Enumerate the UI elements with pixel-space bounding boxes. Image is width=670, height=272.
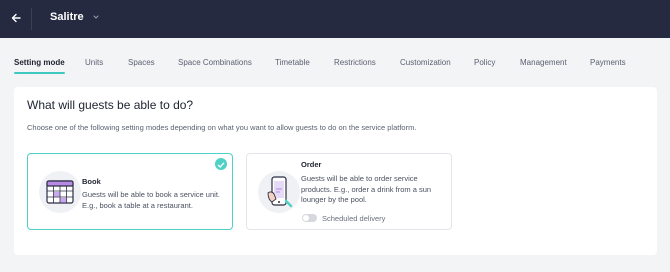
book-option-description: Guests will be able to book a service un… [82, 190, 220, 210]
page-title: Salitre [50, 11, 84, 23]
tab-spaces[interactable]: Spaces [128, 58, 155, 67]
section-description: Choose one of the following setting mode… [27, 123, 417, 132]
tab-space-combinations[interactable]: Space Combinations [178, 58, 252, 67]
tab-units[interactable]: Units [85, 58, 103, 67]
tab-policy[interactable]: Policy [474, 58, 495, 67]
book-option-card[interactable]: Book Guests will be able to book a servi… [27, 153, 233, 230]
tab-restrictions[interactable]: Restrictions [334, 58, 376, 67]
arrow-left-icon[interactable] [9, 11, 23, 25]
book-option-title: Book [82, 177, 101, 186]
setting-mode-panel: What will guests be able to do? Choose o… [14, 87, 657, 255]
tab-customization[interactable]: Customization [400, 58, 451, 67]
order-option-title: Order [301, 160, 322, 169]
header-divider [31, 8, 32, 30]
scheduled-delivery-label: Scheduled delivery [322, 214, 386, 223]
tab-timetable[interactable]: Timetable [275, 58, 310, 67]
order-option-card[interactable]: Order Guests will be able to order servi… [246, 153, 452, 230]
scheduled-delivery-toggle[interactable] [302, 214, 317, 222]
phone-order-icon [258, 171, 300, 213]
tab-payments[interactable]: Payments [590, 58, 626, 67]
section-heading: What will guests be able to do? [27, 98, 194, 112]
tab-setting-mode[interactable]: Setting mode [14, 58, 65, 74]
toggle-knob [303, 215, 309, 221]
settings-tabs: Setting mode Units Spaces Space Combinat… [0, 58, 670, 76]
tab-management[interactable]: Management [520, 58, 567, 67]
chevron-down-icon[interactable] [92, 13, 100, 21]
calendar-icon [39, 171, 81, 213]
order-option-description: Guests will be able to order service pro… [301, 174, 432, 204]
selected-check-icon [215, 158, 227, 170]
top-bar: Salitre [0, 0, 670, 38]
